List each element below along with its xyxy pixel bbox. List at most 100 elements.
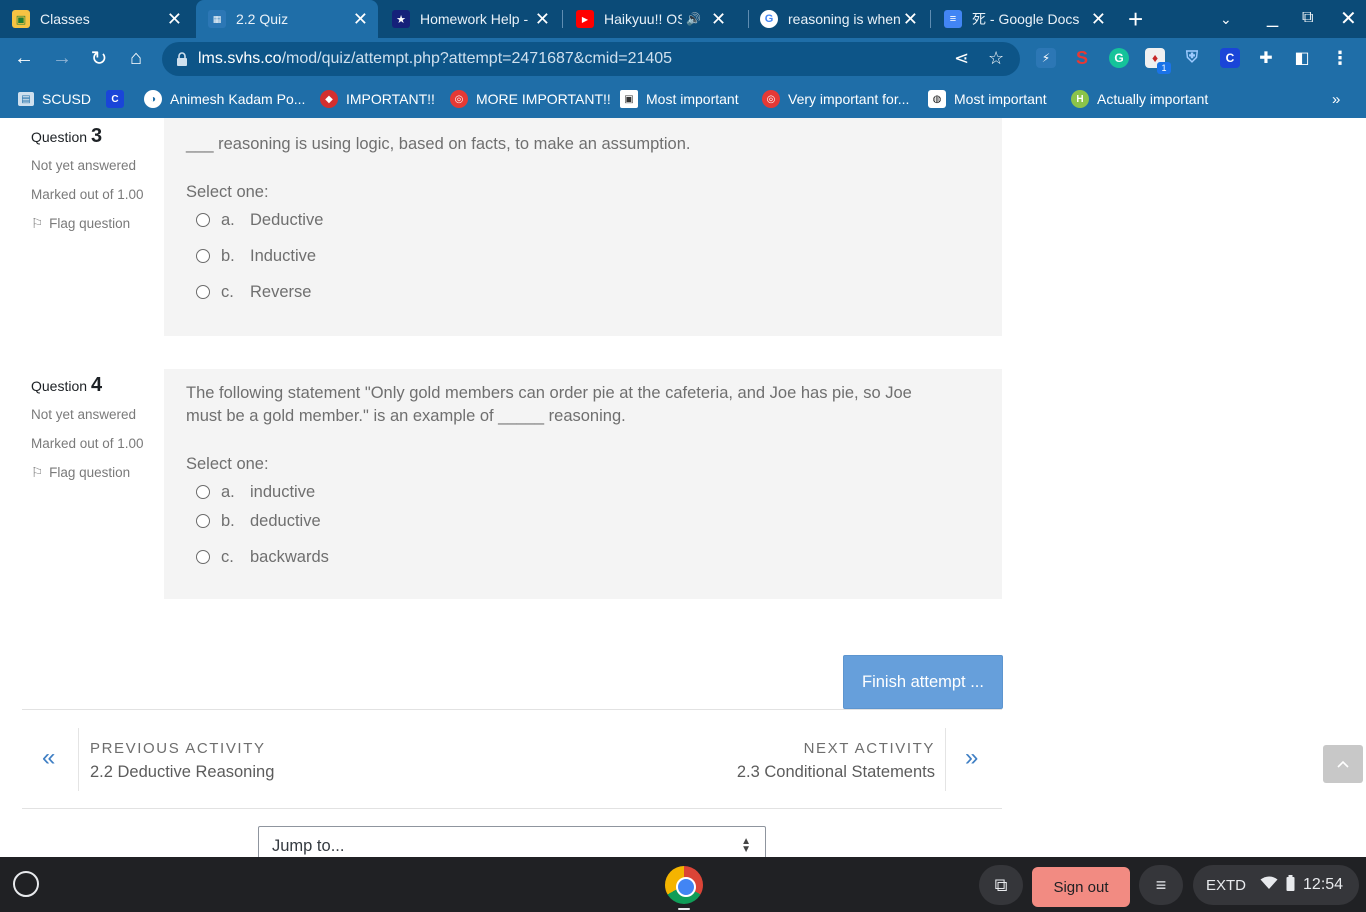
next-activity-link[interactable]: 2.3 Conditional Statements xyxy=(737,763,935,782)
chrome-app-icon[interactable] xyxy=(665,866,703,904)
tab-separator xyxy=(562,10,563,28)
answer-option[interactable]: c. backwards xyxy=(196,546,329,568)
question-grade: Marked out of 1.00 xyxy=(31,187,144,202)
tab-google-search[interactable]: G reasoning is when ✕ xyxy=(760,0,928,38)
address-bar[interactable]: lms.svhs.co/mod/quiz/attempt.php?attempt… xyxy=(162,42,1020,76)
answer-option[interactable]: a. inductive xyxy=(196,481,315,503)
share-icon[interactable]: ⋖ xyxy=(954,48,969,69)
flag-icon: ⚐ xyxy=(31,465,44,480)
minimize-button[interactable]: _ xyxy=(1267,6,1278,29)
radio-button[interactable] xyxy=(196,285,210,299)
radio-button[interactable] xyxy=(196,514,210,528)
close-icon[interactable]: ✕ xyxy=(535,9,550,30)
close-window-button[interactable]: ✕ xyxy=(1340,6,1357,31)
answer-option[interactable]: a. Deductive xyxy=(196,209,323,231)
extension-c-icon[interactable]: C xyxy=(1220,48,1240,68)
mask-icon: ◆ xyxy=(320,90,338,108)
select-one-label: Select one: xyxy=(186,455,269,473)
back-to-top-button[interactable] xyxy=(1323,745,1363,783)
bookmark-very-important[interactable]: ◎ Very important for... xyxy=(762,89,909,109)
radio-button[interactable] xyxy=(196,249,210,263)
bookmark-most-important-2[interactable]: ◍ Most important xyxy=(928,89,1047,109)
select-one-label: Select one: xyxy=(186,183,269,201)
tab-quiz[interactable]: ▦ 2.2 Quiz ✕ xyxy=(196,0,378,38)
select-arrows-icon: ▲ ▼ xyxy=(741,836,751,855)
bookmark-scusd[interactable]: ▤ SCUSD xyxy=(18,89,91,109)
jump-to-value: Jump to... xyxy=(272,837,345,855)
basketball-icon: ◎ xyxy=(762,90,780,108)
puzzle-icon[interactable]: ✚ xyxy=(1256,48,1276,68)
shield-icon[interactable]: ⛨ xyxy=(1182,48,1202,68)
divider xyxy=(78,728,79,791)
bookmark-label: IMPORTANT!! xyxy=(346,91,435,107)
flag-question-link[interactable]: ⚐ Flag question xyxy=(31,464,151,482)
bookmarks-overflow-button[interactable]: » xyxy=(1332,89,1340,109)
reload-button[interactable]: ↻ xyxy=(85,44,113,72)
answer-option[interactable]: b. Inductive xyxy=(196,245,316,267)
restore-button[interactable]: ⧉ xyxy=(1302,9,1313,27)
wifi-icon xyxy=(1260,876,1278,894)
new-tab-button[interactable]: + xyxy=(1128,4,1143,35)
star-icon: ★ xyxy=(392,10,410,28)
close-icon[interactable]: ✕ xyxy=(1091,9,1106,30)
google-classroom-icon: ▣ xyxy=(12,10,30,28)
tab-search-chevron-icon[interactable]: ⌄ xyxy=(1220,11,1232,28)
google-docs-icon: ≡ xyxy=(944,10,962,28)
tab-google-docs[interactable]: ≡ 死 - Google Docs ✕ xyxy=(944,0,1116,38)
sign-out-button[interactable]: Sign out xyxy=(1032,867,1130,907)
screen-capture-icon[interactable]: ⧉ xyxy=(979,865,1023,905)
media-controls-icon[interactable]: ≡ xyxy=(1139,865,1183,905)
bookmarks-bar: ▤ SCUSD C ◑ Animesh Kadam Po... ◆ IMPORT… xyxy=(0,80,1366,118)
tab-strip: ▣ Classes ✕ ▦ 2.2 Quiz ✕ ★ Homework Help… xyxy=(0,0,1366,38)
question-number: Question 4 xyxy=(31,374,103,396)
flag-icon: ⚐ xyxy=(31,216,44,231)
radio-button[interactable] xyxy=(196,213,210,227)
tab-classes[interactable]: ▣ Classes ✕ xyxy=(12,0,192,38)
close-icon[interactable]: ✕ xyxy=(353,9,368,30)
finish-attempt-button[interactable]: Finish attempt ... xyxy=(843,655,1003,709)
bookmark-c[interactable]: C xyxy=(106,89,132,109)
previous-activity-link[interactable]: 2.2 Deductive Reasoning xyxy=(90,763,274,782)
bookmark-icon: ▣ xyxy=(620,90,638,108)
extension-s-icon[interactable]: S xyxy=(1072,48,1092,68)
question-state: Not yet answered xyxy=(31,407,137,422)
close-icon[interactable]: ✕ xyxy=(903,9,918,30)
system-tray[interactable]: EXTD 12:54 xyxy=(1193,865,1359,905)
bookmark-more-important[interactable]: ◎ MORE IMPORTANT!! xyxy=(450,89,611,109)
launcher-button[interactable] xyxy=(13,871,39,897)
tab-homework-help[interactable]: ★ Homework Help - ✕ xyxy=(392,0,560,38)
flag-question-link[interactable]: ⚐ Flag question xyxy=(31,215,151,233)
grammarly-icon[interactable]: G xyxy=(1109,48,1129,68)
tab-haikyuu[interactable]: ▶ Haikyuu!! OST 🔊 ✕ xyxy=(576,0,746,38)
answer-option[interactable]: c. Reverse xyxy=(196,281,311,303)
close-icon[interactable]: ✕ xyxy=(167,9,182,30)
tab-title: Homework Help - xyxy=(420,11,529,27)
clock: 12:54 xyxy=(1303,876,1344,893)
side-panel-icon[interactable]: ◧ xyxy=(1292,48,1312,68)
bookmark-animesh[interactable]: ◑ Animesh Kadam Po... xyxy=(144,89,305,109)
speaker-icon[interactable]: 🔊 xyxy=(686,12,701,26)
tab-separator xyxy=(748,10,749,28)
divider xyxy=(22,808,1002,809)
running-indicator xyxy=(678,908,690,910)
c-icon: C xyxy=(106,90,124,108)
extension-bolt-icon[interactable]: ⚡ xyxy=(1036,48,1056,68)
bookmark-actually-important[interactable]: H Actually important xyxy=(1071,89,1208,109)
previous-chevron-icon[interactable]: « xyxy=(42,744,55,772)
bookmark-important[interactable]: ◆ IMPORTANT!! xyxy=(320,89,435,109)
close-icon[interactable]: ✕ xyxy=(711,9,726,30)
forward-button[interactable]: → xyxy=(48,44,76,72)
menu-kebab-icon[interactable]: ⋮ xyxy=(1330,48,1350,68)
bookmark-most-important[interactable]: ▣ Most important xyxy=(620,89,739,109)
home-button[interactable]: ⌂ xyxy=(122,44,150,72)
google-icon: G xyxy=(760,10,778,28)
back-button[interactable]: ← xyxy=(10,44,38,72)
next-chevron-icon[interactable]: » xyxy=(965,744,978,772)
tab-title: 死 - Google Docs xyxy=(972,11,1080,27)
jump-to-select[interactable]: Jump to... ▲ ▼ xyxy=(258,826,766,857)
bookmark-star-icon[interactable]: ☆ xyxy=(988,48,1004,69)
radio-button[interactable] xyxy=(196,485,210,499)
radio-button[interactable] xyxy=(196,550,210,564)
answer-option[interactable]: b. deductive xyxy=(196,510,321,532)
page-content: Question 3 Not yet answered Marked out o… xyxy=(0,118,1366,857)
